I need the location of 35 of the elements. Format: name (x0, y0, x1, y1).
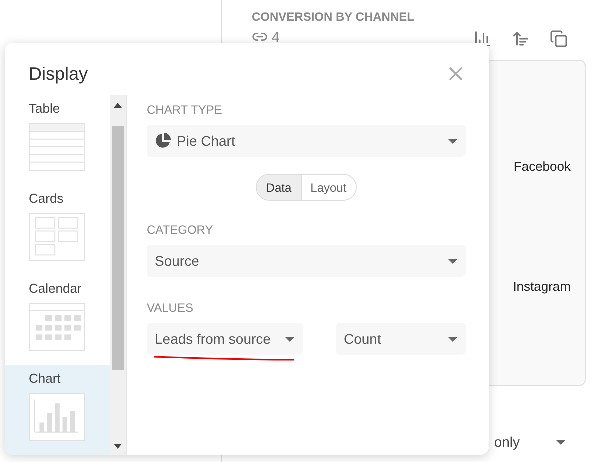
category-select[interactable]: Source (147, 245, 466, 277)
aggregate-select[interactable]: Count (336, 323, 466, 355)
filter-value: only (494, 433, 520, 452)
chart-thumbnail-icon (29, 393, 85, 441)
caret-icon (448, 138, 458, 144)
cards-thumbnail-icon (29, 213, 85, 261)
caret-icon (448, 336, 458, 342)
view-option[interactable]: Table (5, 95, 110, 185)
chart-type-select[interactable]: Pie Chart (147, 125, 466, 157)
scroll-down-icon[interactable] (114, 444, 122, 449)
value-field-select[interactable]: Leads from source (147, 323, 303, 355)
scrollbar[interactable] (110, 95, 126, 455)
caret-icon (285, 336, 295, 342)
calendar-thumbnail-icon (29, 303, 85, 351)
sort-icon[interactable] (512, 30, 530, 48)
copy-icon[interactable] (550, 30, 568, 48)
section-label: CATEGORY (147, 222, 214, 239)
section-label: CHART TYPE (147, 102, 224, 119)
mode-tab[interactable]: Data (257, 175, 301, 200)
view-option[interactable]: Cards (5, 185, 110, 275)
caret-icon (556, 440, 566, 445)
dialog-title: Display (29, 62, 88, 86)
scroll-up-icon[interactable] (114, 103, 122, 108)
mode-tab[interactable]: Layout (300, 175, 356, 200)
chart-label: Instagram (513, 278, 571, 296)
chart-label: Facebook (514, 158, 571, 176)
table-thumbnail-icon (29, 123, 85, 171)
section-title: CONVERSION BY CHANNEL (252, 9, 416, 26)
view-option[interactable]: Chart (5, 365, 110, 455)
caret-icon (448, 258, 458, 264)
pie-chart-icon (155, 133, 171, 149)
view-option[interactable]: Calendar (5, 275, 110, 365)
section-label: VALUES (147, 300, 194, 317)
link-count: 4 (272, 28, 280, 46)
scrollbar-thumb[interactable] (112, 126, 124, 370)
